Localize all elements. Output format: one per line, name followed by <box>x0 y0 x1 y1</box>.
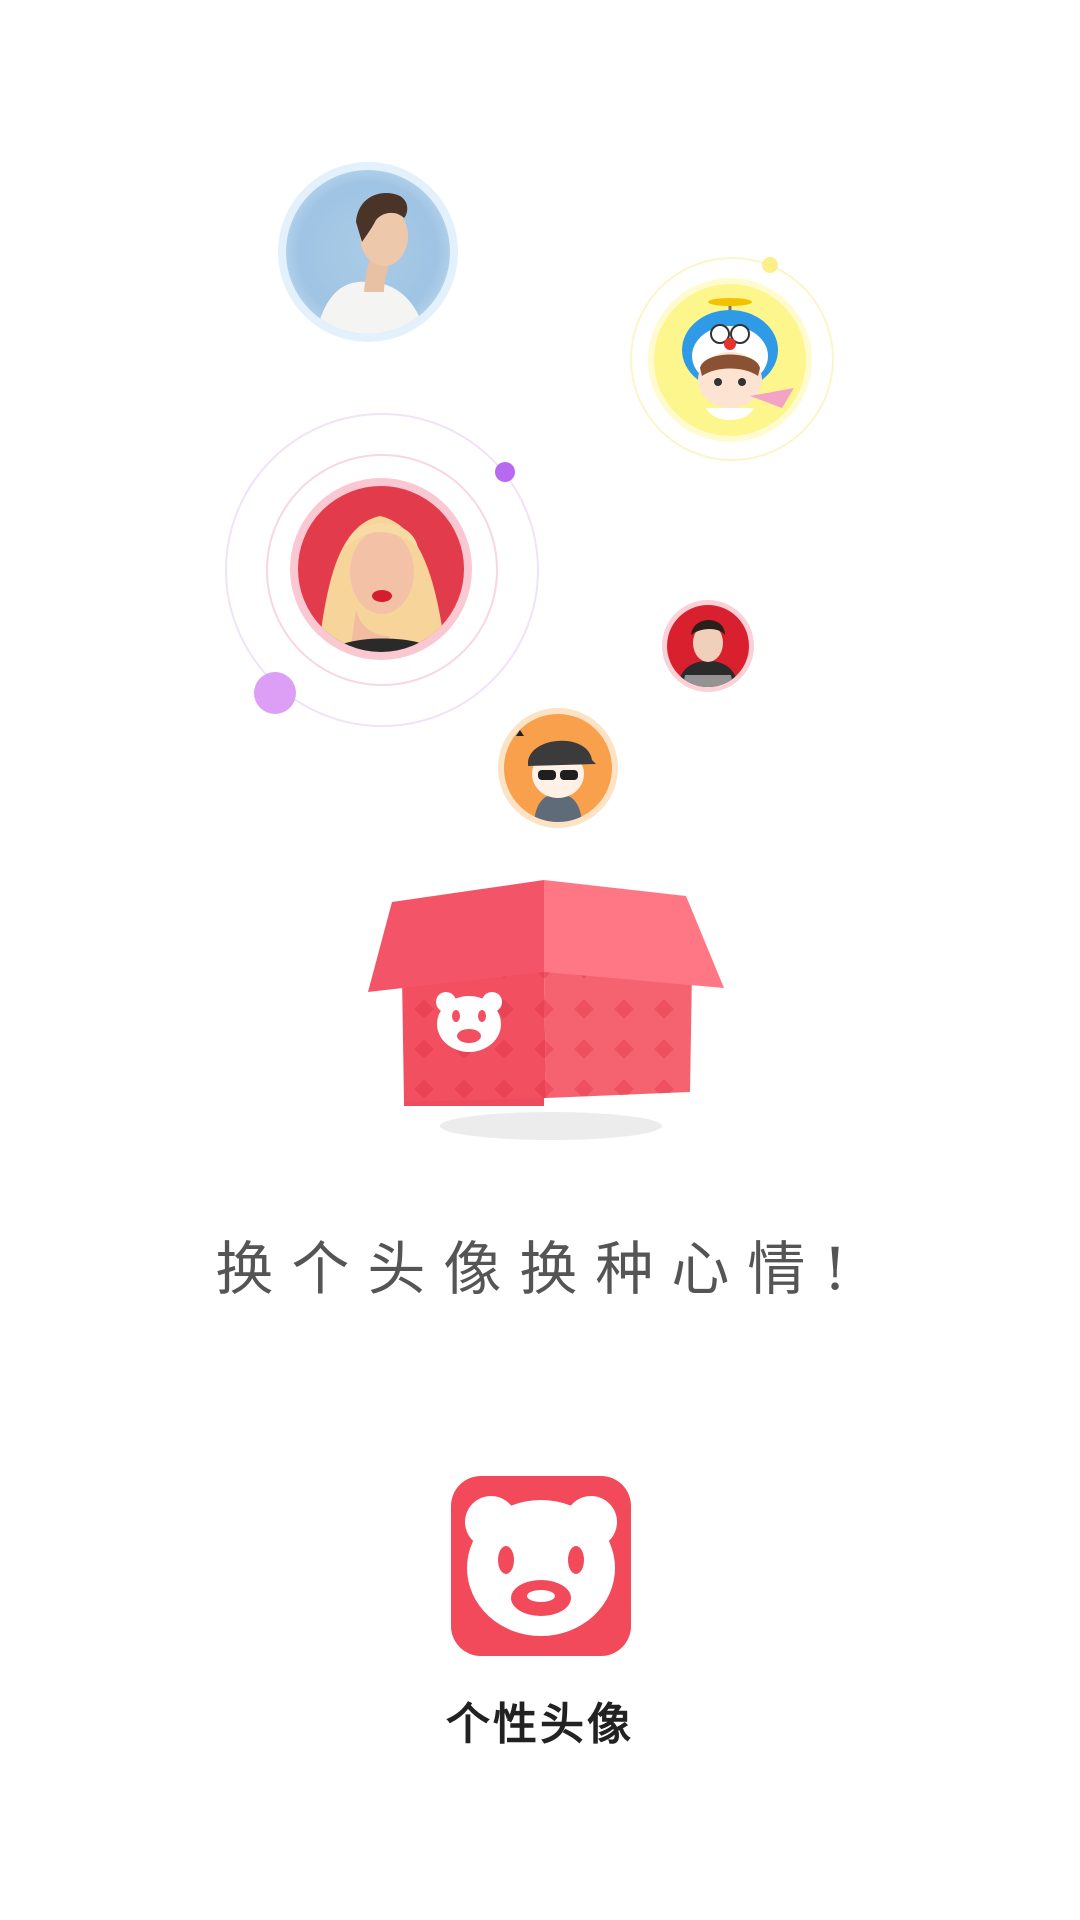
avatar-blonde-woman <box>290 478 472 660</box>
avatar-doraemon-cartoon <box>648 278 812 442</box>
gift-box-icon <box>364 876 728 1116</box>
avatar-cartoon-sunglasses <box>498 708 618 828</box>
decor-dot-lilac <box>254 672 296 714</box>
avatar-young-man <box>278 162 458 342</box>
decor-dot-purple <box>495 462 515 482</box>
decor-dot-yellow <box>762 257 778 273</box>
avatar-man-red <box>662 600 754 692</box>
app-logo <box>451 1476 631 1656</box>
box-shadow <box>440 1112 662 1140</box>
app-name: 个性头像 <box>446 1699 634 1750</box>
slogan-text: 换个头像换种心情! <box>215 1235 865 1303</box>
bear-logo-icon <box>465 1496 617 1636</box>
